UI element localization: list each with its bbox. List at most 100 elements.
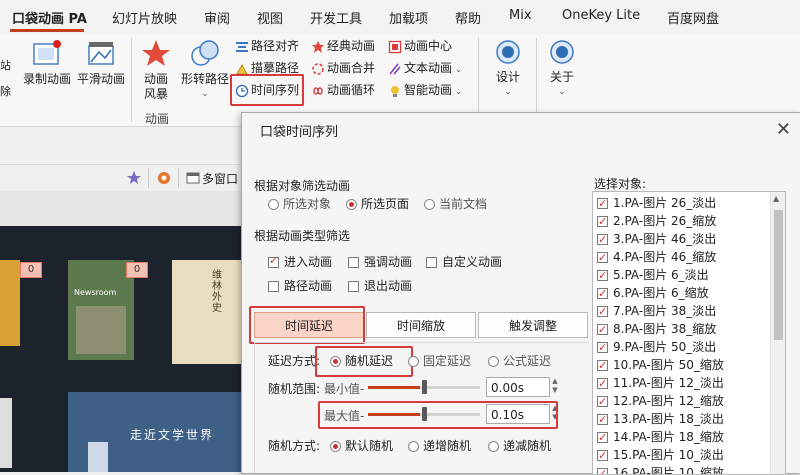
checkbox-icon[interactable] bbox=[597, 249, 608, 267]
tab-time-scale[interactable]: 时间缩放 bbox=[366, 312, 476, 338]
classic-animation-button[interactable]: 经典动画 bbox=[311, 36, 375, 56]
min-value-spinner[interactable]: ▲ ▼ bbox=[550, 377, 560, 397]
object-list-item[interactable]: 3.PA-图片 46_淡出 bbox=[597, 230, 716, 249]
checkbox-exit[interactable]: 退出动画 bbox=[348, 277, 412, 294]
design-button[interactable]: 设计 ⌄ bbox=[488, 38, 528, 100]
checkbox-emphasis[interactable]: 强调动画 bbox=[348, 253, 412, 270]
tab-pocket-animation[interactable]: 口袋动画 PA bbox=[12, 8, 87, 27]
object-list-item[interactable]: 7.PA-图片 38_淡出 bbox=[597, 302, 717, 321]
slide-canvas: 0 Newsroom 0 维林外史 走近文学世界 bbox=[0, 226, 246, 472]
checkbox-icon[interactable] bbox=[597, 267, 608, 285]
tab-mix[interactable]: Mix bbox=[509, 8, 532, 23]
record-animation-button[interactable]: 录制动画 bbox=[20, 38, 74, 87]
radio-label: 默认随机 bbox=[345, 439, 394, 453]
tab-review[interactable]: 审阅 bbox=[204, 8, 230, 27]
object-list-item[interactable]: 4.PA-图片 46_缩放 bbox=[597, 248, 716, 267]
object-list-item-label: 1.PA-图片 26_淡出 bbox=[613, 196, 717, 210]
checkbox-entrance[interactable]: 进入动画 bbox=[268, 253, 332, 270]
checkbox-icon[interactable] bbox=[597, 231, 608, 249]
radio-decreasing-random[interactable]: 递减随机 bbox=[488, 437, 551, 454]
loop-animation-button[interactable]: 动画循环 bbox=[311, 80, 375, 100]
checkbox-icon[interactable] bbox=[597, 213, 608, 231]
radio-current-document[interactable]: 当前文档 bbox=[424, 195, 487, 212]
smart-animation-label: 智能动画 bbox=[404, 83, 453, 97]
object-list-item[interactable]: 9.PA-图片 50_淡出 bbox=[597, 338, 716, 357]
checkbox-icon[interactable] bbox=[597, 285, 608, 303]
tab-developer[interactable]: 开发工具 bbox=[310, 8, 362, 27]
merge-icon bbox=[312, 62, 324, 75]
chevron-down-icon: ⌄ bbox=[504, 87, 512, 97]
list-scrollbar[interactable]: ▲ bbox=[770, 192, 785, 474]
radio-icon bbox=[408, 441, 419, 452]
object-list-item[interactable]: 16.PA-图片 10_缩放 bbox=[597, 464, 724, 474]
object-list-item[interactable]: 8.PA-图片 38_缩放 bbox=[597, 320, 716, 339]
scroll-up-icon[interactable]: ▲ bbox=[773, 194, 779, 203]
object-list-item-label: 6.PA-图片 6_缩放 bbox=[613, 286, 709, 300]
tab-slideshow[interactable]: 幻灯片放映 bbox=[112, 8, 177, 27]
chevron-down-icon: ⌄ bbox=[558, 87, 566, 97]
checkbox-path[interactable]: 路径动画 bbox=[268, 277, 332, 294]
checkbox-icon[interactable] bbox=[597, 375, 608, 393]
checkbox-icon[interactable] bbox=[597, 321, 608, 339]
tab-onekey-lite[interactable]: OneKey Lite bbox=[562, 8, 640, 23]
checkbox-icon[interactable] bbox=[597, 339, 608, 357]
radio-selected-page[interactable]: 所选页面 bbox=[346, 195, 409, 212]
checkbox-label: 进入动画 bbox=[284, 255, 333, 269]
radio-fixed-delay[interactable]: 固定延迟 bbox=[408, 352, 471, 369]
object-list-item[interactable]: 14.PA-图片 18_缩放 bbox=[597, 428, 724, 447]
book-cover-3[interactable]: 维林外史 bbox=[172, 260, 246, 364]
infinity-icon bbox=[313, 86, 323, 95]
tab-help[interactable]: 帮助 bbox=[455, 8, 481, 27]
radio-increasing-random[interactable]: 递增随机 bbox=[408, 437, 471, 454]
object-list-item[interactable]: 5.PA-图片 6_淡出 bbox=[597, 266, 709, 285]
radio-default-random[interactable]: 默认随机 bbox=[330, 437, 393, 454]
object-list-item[interactable]: 13.PA-图片 18_淡出 bbox=[597, 410, 724, 429]
book-cover-5[interactable]: 走近文学世界 bbox=[68, 392, 246, 472]
object-list-item[interactable]: 11.PA-图片 12_淡出 bbox=[597, 374, 724, 393]
tab-addins[interactable]: 加载项 bbox=[389, 8, 428, 27]
object-list-item[interactable]: 10.PA-图片 50_缩放 bbox=[597, 356, 724, 375]
min-value-input[interactable]: 0.00s bbox=[486, 377, 550, 397]
min-slider-fill bbox=[368, 386, 420, 389]
checkbox-icon[interactable] bbox=[597, 447, 608, 465]
object-list-item[interactable]: 15.PA-图片 10_淡出 bbox=[597, 446, 724, 465]
object-list-item[interactable]: 12.PA-图片 12_缩放 bbox=[597, 392, 724, 411]
tab-trigger-adjust[interactable]: 触发调整 bbox=[478, 312, 588, 338]
checkbox-custom[interactable]: 自定义动画 bbox=[426, 253, 502, 270]
object-list[interactable]: 1.PA-图片 26_淡出 2.PA-图片 26_缩放 3.PA-图片 46_淡出 4… bbox=[592, 191, 786, 475]
animation-storm-button[interactable]: 动画 风暴 bbox=[136, 38, 176, 102]
min-slider-thumb[interactable] bbox=[422, 380, 427, 394]
object-list-item[interactable]: 6.PA-图片 6_缩放 bbox=[597, 284, 709, 303]
gear-icon[interactable] bbox=[156, 170, 172, 186]
multi-window-label[interactable]: 多窗口 bbox=[202, 170, 238, 187]
checkbox-icon[interactable] bbox=[597, 393, 608, 411]
merge-animation-button[interactable]: 动画合并 bbox=[311, 58, 375, 78]
checkbox-icon[interactable] bbox=[597, 411, 608, 429]
shape-to-path-button[interactable]: 形转路径 ⌄ bbox=[178, 38, 232, 102]
animation-center-button[interactable]: 动画中心 bbox=[388, 36, 452, 56]
clipped-label-2: 除 bbox=[0, 85, 11, 98]
smart-animation-button[interactable]: 智能动画 ⌄ bbox=[388, 80, 462, 100]
about-button[interactable]: 关于 ⌄ bbox=[542, 38, 582, 100]
book-cover-4[interactable] bbox=[0, 398, 12, 468]
checkbox-icon[interactable] bbox=[597, 303, 608, 321]
checkbox-icon[interactable] bbox=[597, 357, 608, 375]
path-align-button[interactable]: 路径对齐 bbox=[235, 36, 299, 56]
close-icon[interactable]: ✕ bbox=[776, 119, 791, 140]
book-cover-1[interactable] bbox=[0, 260, 20, 346]
checkbox-icon[interactable] bbox=[597, 195, 608, 213]
wand-icon[interactable] bbox=[126, 170, 142, 186]
object-list-item[interactable]: 1.PA-图片 26_淡出 bbox=[597, 194, 717, 213]
object-list-item[interactable]: 2.PA-图片 26_缩放 bbox=[597, 212, 716, 231]
smooth-animation-button[interactable]: 平滑动画 bbox=[74, 38, 128, 87]
radio-selected-objects[interactable]: 所选对象 bbox=[268, 195, 331, 212]
tab-baidu-netdisk[interactable]: 百度网盘 bbox=[667, 8, 719, 27]
tab-view[interactable]: 视图 bbox=[257, 8, 283, 27]
design-label: 设计 bbox=[495, 70, 520, 84]
checkbox-icon[interactable] bbox=[597, 429, 608, 447]
text-animation-button[interactable]: 文本动画 ⌄ bbox=[388, 58, 462, 78]
object-list-item-label: 7.PA-图片 38_淡出 bbox=[613, 304, 717, 318]
radio-formula-delay[interactable]: 公式延迟 bbox=[488, 352, 551, 369]
book-cover-2[interactable]: Newsroom bbox=[68, 260, 134, 360]
scrollbar-thumb[interactable] bbox=[774, 210, 783, 340]
